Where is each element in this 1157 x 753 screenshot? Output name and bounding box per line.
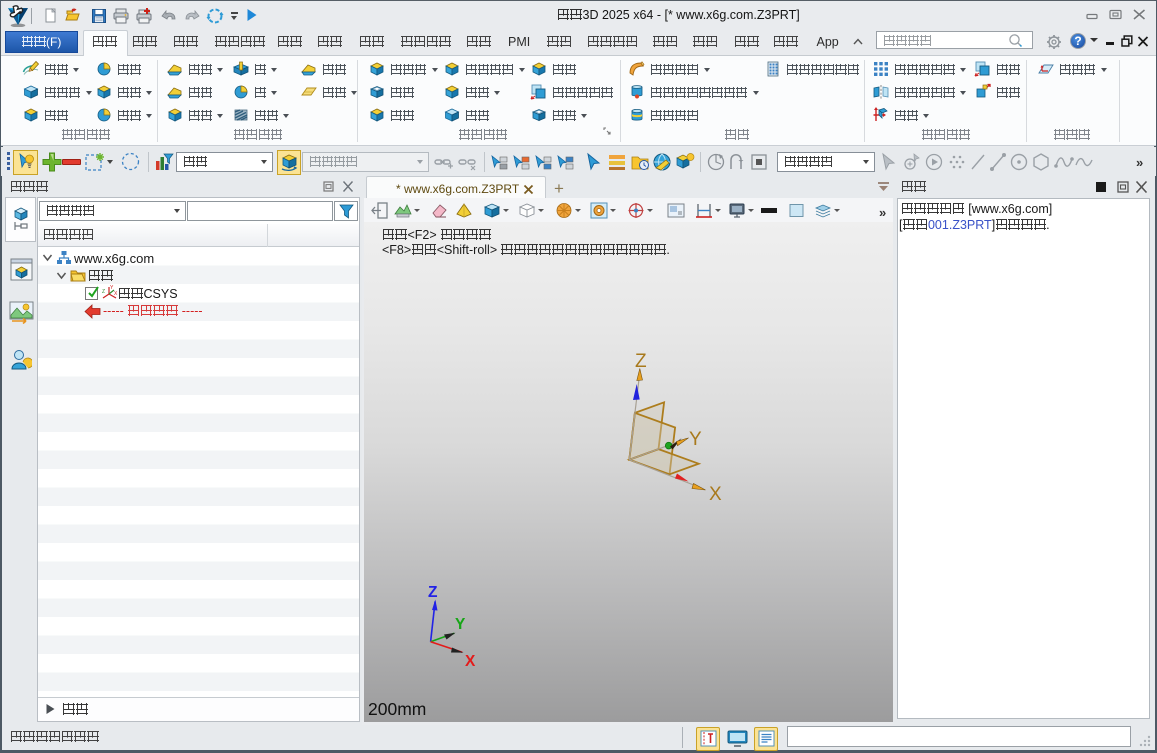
- svg-text:Z: Z: [428, 584, 438, 601]
- svg-text:Z: Z: [102, 289, 105, 295]
- svg-text:Z: Z: [635, 351, 647, 372]
- svg-text:X: X: [709, 484, 722, 505]
- svg-text:Y: Y: [455, 616, 466, 633]
- svg-text:Y: Y: [689, 429, 702, 450]
- svg-text:X: X: [465, 653, 476, 670]
